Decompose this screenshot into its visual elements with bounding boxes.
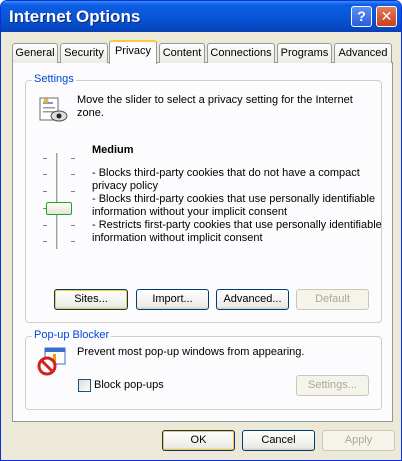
tab-privacy[interactable]: Privacy: [109, 40, 157, 64]
slider-tick: [71, 225, 75, 226]
tab-connections[interactable]: Connections: [207, 43, 275, 63]
slider-tick: [71, 174, 75, 175]
title-bar[interactable]: Internet Options ? ✕: [1, 1, 401, 32]
privacy-slider-thumb[interactable]: [46, 202, 72, 215]
tab-programs[interactable]: Programs: [277, 43, 332, 63]
default-button[interactable]: Default: [296, 289, 369, 310]
privacy-intro-text: Move the slider to select a privacy sett…: [77, 94, 367, 120]
help-button[interactable]: ?: [351, 6, 372, 27]
popup-blocker-group-label: Pop-up Blocker: [32, 329, 112, 341]
slider-tick: [43, 225, 47, 226]
popup-settings-button[interactable]: Settings...: [296, 375, 369, 396]
slider-tick: [71, 158, 75, 159]
privacy-description-line: - Blocks third-party cookies that use pe…: [92, 193, 376, 205]
cancel-button[interactable]: Cancel: [242, 430, 315, 451]
privacy-description-line: privacy policy: [92, 180, 159, 192]
import-button[interactable]: Import...: [136, 289, 209, 310]
close-button[interactable]: ✕: [376, 6, 397, 27]
internet-options-window: Internet Options ? ✕ Settings Pop-up Blo…: [0, 0, 402, 461]
slider-tick: [71, 191, 75, 192]
apply-button[interactable]: Apply: [322, 430, 395, 451]
tab-advanced[interactable]: Advanced: [334, 43, 392, 63]
privacy-description-line: information without implicit consent: [92, 232, 263, 244]
slider-tick: [43, 191, 47, 192]
slider-tick: [43, 174, 47, 175]
privacy-description-line: information without your implicit consen…: [92, 206, 288, 218]
block-popups-checkbox[interactable]: [78, 379, 91, 392]
privacy-settings-icon: [39, 96, 69, 124]
popup-blocker-description: Prevent most pop-up windows from appeari…: [77, 346, 305, 358]
tab-security[interactable]: Security: [60, 43, 108, 63]
privacy-intro-line-2: zone.: [77, 107, 104, 119]
privacy-description-line: - Restricts first-party cookies that use…: [92, 219, 382, 231]
settings-group-label: Settings: [32, 73, 76, 85]
slider-tick: [43, 158, 47, 159]
privacy-description-line: - Blocks third-party cookies that do not…: [92, 167, 360, 179]
slider-tick: [71, 241, 75, 242]
advanced-privacy-button[interactable]: Advanced...: [216, 289, 289, 310]
privacy-intro-line-1: Move the slider to select a privacy sett…: [77, 94, 353, 106]
popup-blocker-icon: [37, 346, 67, 376]
privacy-level-name: Medium: [92, 144, 134, 156]
window-title: Internet Options: [9, 7, 141, 26]
sites-button[interactable]: Sites...: [54, 289, 128, 310]
block-popups-label[interactable]: Block pop-ups: [94, 379, 164, 391]
tab-content[interactable]: Content: [159, 43, 205, 63]
ok-button[interactable]: OK: [162, 430, 235, 451]
tab-general[interactable]: General: [12, 43, 58, 63]
privacy-slider-track[interactable]: [56, 153, 59, 249]
slider-tick: [43, 241, 47, 242]
